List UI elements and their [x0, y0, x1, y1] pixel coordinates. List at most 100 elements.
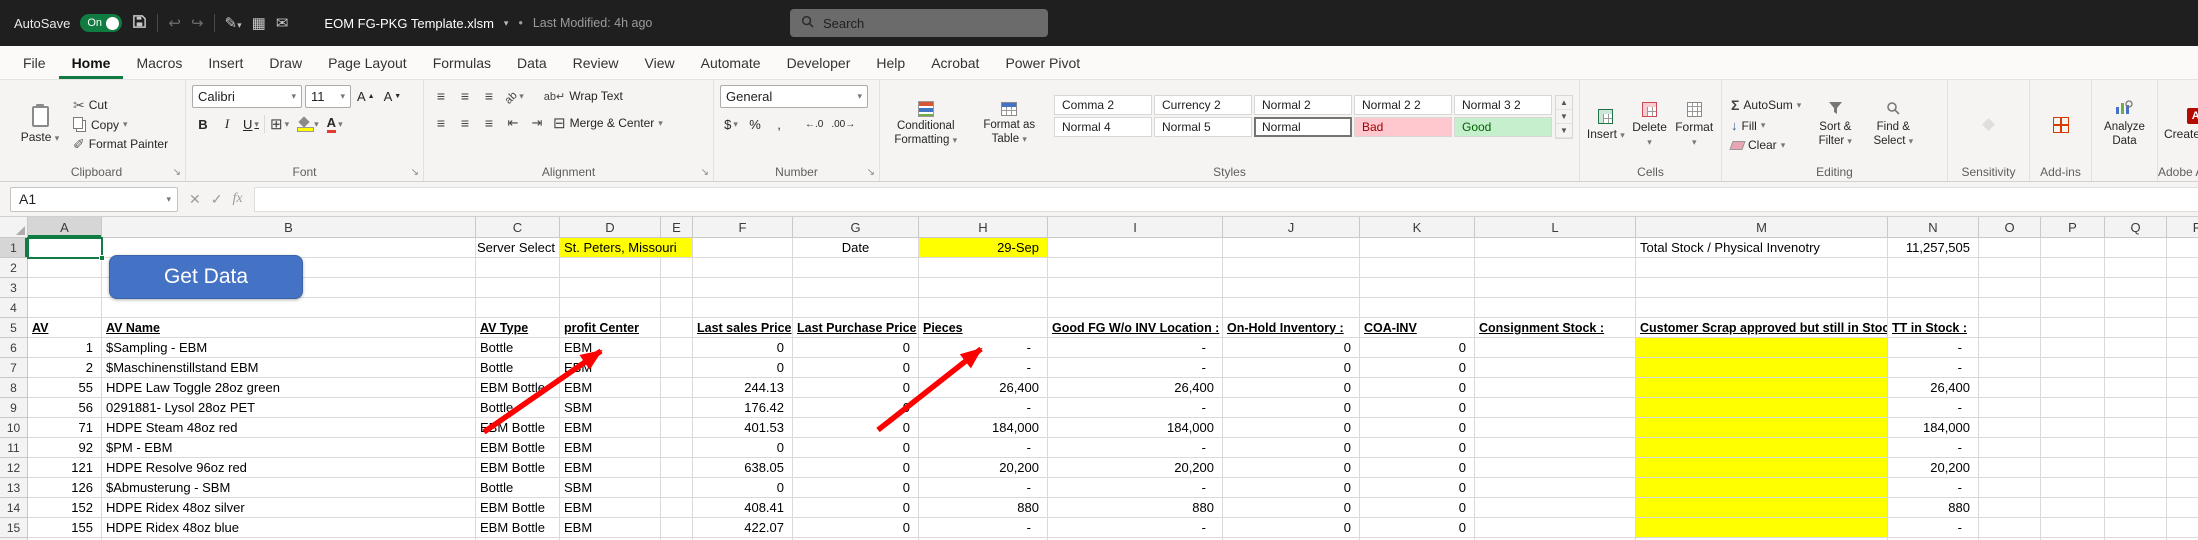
cell-I9[interactable]: -	[1048, 398, 1223, 418]
style-bad[interactable]: Bad	[1354, 117, 1452, 137]
col-header-B[interactable]: B	[102, 217, 476, 238]
cell-B13[interactable]: $Abmusterung - SBM	[102, 478, 476, 498]
menu-tab-view[interactable]: View	[632, 46, 688, 79]
cell-O5[interactable]	[1979, 318, 2041, 338]
gallery-scroll-up-icon[interactable]: ▲	[1556, 96, 1572, 110]
sort-filter-button[interactable]: Sort &Filter ▾	[1808, 85, 1862, 164]
cell-B9[interactable]: 0291881- Lysol 28oz PET	[102, 398, 476, 418]
addins-button[interactable]	[2053, 117, 2069, 133]
cell-H14[interactable]: 880	[919, 498, 1048, 518]
clipboard-dialog-launcher[interactable]: ↘	[173, 168, 181, 178]
cell-Q4[interactable]	[2105, 298, 2167, 318]
cell-C9[interactable]: Bottle	[476, 398, 560, 418]
menu-tab-developer[interactable]: Developer	[774, 46, 864, 79]
cell-F11[interactable]: 0	[693, 438, 793, 458]
cell-A6[interactable]: 1	[28, 338, 102, 358]
insert-function-icon[interactable]: fx	[232, 191, 242, 207]
cell-J9[interactable]: 0	[1223, 398, 1360, 418]
bold-button[interactable]: B	[192, 113, 214, 135]
undo-icon[interactable]: ↩	[168, 16, 181, 31]
col-header-D[interactable]: D	[560, 217, 661, 238]
cell-K5[interactable]: COA-INV	[1360, 318, 1475, 338]
cell-M13[interactable]	[1636, 478, 1888, 498]
search-input[interactable]: Search	[790, 9, 1048, 37]
row-header-6[interactable]: 6	[0, 338, 28, 358]
table-icon[interactable]: ▦	[252, 16, 266, 31]
cell-R3[interactable]	[2167, 278, 2198, 298]
col-header-E[interactable]: E	[661, 217, 693, 238]
cell-N4[interactable]	[1888, 298, 1979, 318]
menu-tab-power-pivot[interactable]: Power Pivot	[992, 46, 1093, 79]
cell-L13[interactable]	[1475, 478, 1636, 498]
menu-tab-draw[interactable]: Draw	[256, 46, 315, 79]
comma-format-button[interactable]: ,	[768, 113, 790, 135]
number-format-select[interactable]: General▾	[720, 85, 868, 108]
cell-P6[interactable]	[2041, 338, 2105, 358]
cell-I14[interactable]: 880	[1048, 498, 1223, 518]
cell-C15[interactable]: EBM Bottle	[476, 518, 560, 538]
cell-O9[interactable]	[1979, 398, 2041, 418]
cell-N14[interactable]: 880	[1888, 498, 1979, 518]
style-normal-2-2[interactable]: Normal 2 2	[1354, 95, 1452, 115]
col-header-F[interactable]: F	[693, 217, 793, 238]
cell-B14[interactable]: HDPE Ridex 48oz silver	[102, 498, 476, 518]
cell-E6[interactable]	[661, 338, 693, 358]
cell-G14[interactable]: 0	[793, 498, 919, 518]
cell-P4[interactable]	[2041, 298, 2105, 318]
cell-R9[interactable]	[2167, 398, 2198, 418]
cell-D10[interactable]: EBM	[560, 418, 661, 438]
cell-L1[interactable]	[1475, 238, 1636, 258]
row-header-7[interactable]: 7	[0, 358, 28, 378]
cell-G2[interactable]	[793, 258, 919, 278]
cell-O1[interactable]	[1979, 238, 2041, 258]
cell-D5[interactable]: profit Center	[560, 318, 661, 338]
cell-L7[interactable]	[1475, 358, 1636, 378]
cell-Q3[interactable]	[2105, 278, 2167, 298]
cell-L2[interactable]	[1475, 258, 1636, 278]
merge-center-button[interactable]: Merge & Center ▾	[550, 113, 666, 133]
cell-G5[interactable]: Last Purchase Price	[793, 318, 919, 338]
increase-indent-button[interactable]	[526, 112, 548, 134]
cell-P12[interactable]	[2041, 458, 2105, 478]
cell-B15[interactable]: HDPE Ridex 48oz blue	[102, 518, 476, 538]
col-header-R[interactable]: R	[2167, 217, 2198, 238]
cell-J7[interactable]: 0	[1223, 358, 1360, 378]
cell-K2[interactable]	[1360, 258, 1475, 278]
cell-N10[interactable]: 184,000	[1888, 418, 1979, 438]
cell-E8[interactable]	[661, 378, 693, 398]
decrease-indent-button[interactable]	[502, 112, 524, 134]
gallery-scroll-down-icon[interactable]: ▼	[1556, 110, 1572, 124]
name-box-dropdown-icon[interactable]: ▾	[166, 195, 171, 204]
cell-R6[interactable]	[2167, 338, 2198, 358]
cell-O7[interactable]	[1979, 358, 2041, 378]
clear-button[interactable]: Clear ▾	[1728, 137, 1804, 153]
cell-A2[interactable]	[28, 258, 102, 278]
cell-C4[interactable]	[476, 298, 560, 318]
style-normal-2[interactable]: Normal 2	[1254, 95, 1352, 115]
cell-N7[interactable]: -	[1888, 358, 1979, 378]
row-header-9[interactable]: 9	[0, 398, 28, 418]
cell-E11[interactable]	[661, 438, 693, 458]
format-cells-button[interactable]: Format ▾	[1673, 85, 1715, 164]
cell-H8[interactable]: 26,400	[919, 378, 1048, 398]
increase-decimal-button[interactable]: ←.0	[802, 113, 826, 135]
cell-C10[interactable]: EBM Bottle	[476, 418, 560, 438]
cell-F15[interactable]: 422.07	[693, 518, 793, 538]
underline-button[interactable]: U▾	[240, 113, 262, 135]
cell-R5[interactable]	[2167, 318, 2198, 338]
cell-F1[interactable]	[693, 238, 793, 258]
menu-tab-macros[interactable]: Macros	[123, 46, 195, 79]
cell-R12[interactable]	[2167, 458, 2198, 478]
cell-R14[interactable]	[2167, 498, 2198, 518]
cell-A14[interactable]: 152	[28, 498, 102, 518]
align-top-button[interactable]	[430, 85, 452, 107]
style-normal-5[interactable]: Normal 5	[1154, 117, 1252, 137]
cell-K8[interactable]: 0	[1360, 378, 1475, 398]
cell-B12[interactable]: HDPE Resolve 96oz red	[102, 458, 476, 478]
autosave-toggle[interactable]: On	[80, 14, 122, 32]
cell-O3[interactable]	[1979, 278, 2041, 298]
cell-B10[interactable]: HDPE Steam 48oz red	[102, 418, 476, 438]
cell-J12[interactable]: 0	[1223, 458, 1360, 478]
cell-D6[interactable]: EBM	[560, 338, 661, 358]
cell-J15[interactable]: 0	[1223, 518, 1360, 538]
